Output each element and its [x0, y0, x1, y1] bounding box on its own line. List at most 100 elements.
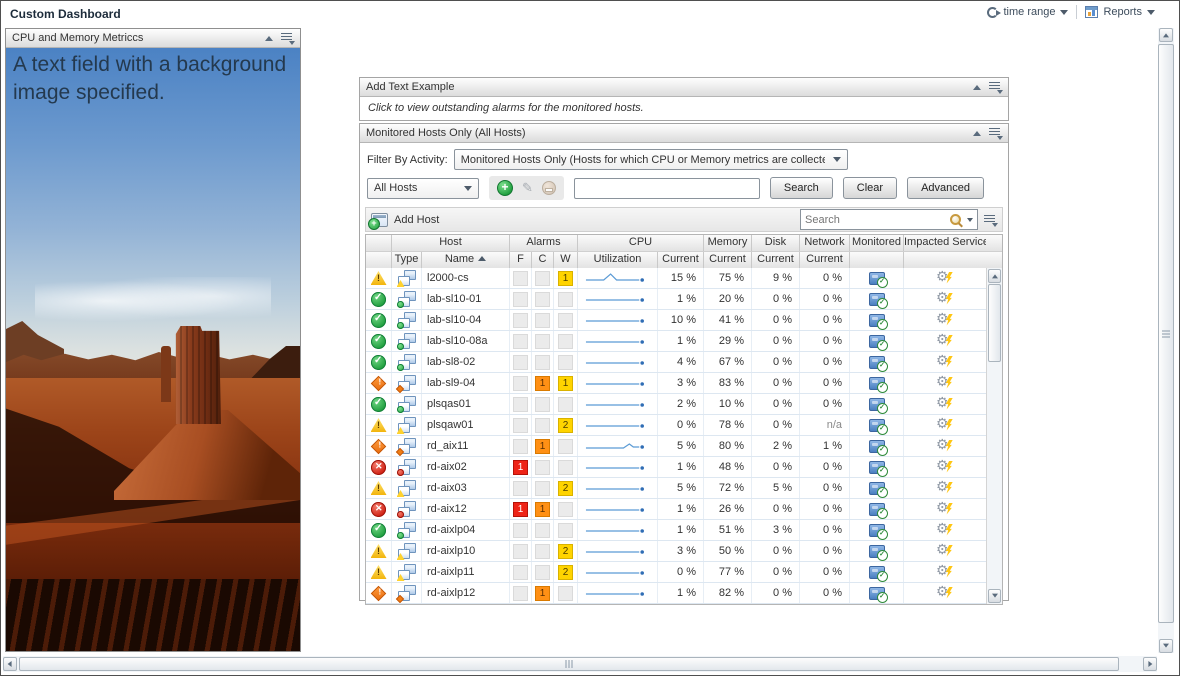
column-header-cpu-current[interactable]: Current [658, 252, 704, 268]
cpu-utilization-sparkline[interactable] [578, 331, 658, 351]
panel-menu-icon[interactable] [989, 81, 1002, 93]
delete-icon[interactable] [542, 181, 556, 195]
table-row[interactable]: rd-aixlp041 %51 %3 %0 % [366, 520, 986, 541]
host-name[interactable]: rd-aixlp04 [422, 520, 510, 540]
table-row[interactable]: lab-sl10-011 %20 %0 %0 % [366, 289, 986, 310]
warning-alarm-cell[interactable]: 2 [554, 415, 578, 435]
column-header-network-current[interactable]: Current [800, 252, 850, 268]
column-header-host[interactable]: Host [392, 235, 510, 251]
host-name[interactable]: rd-aix02 [422, 457, 510, 477]
cpu-utilization-sparkline[interactable] [578, 499, 658, 519]
impacted-services-cell[interactable] [904, 541, 986, 561]
scope-select[interactable]: All Hosts [367, 178, 479, 199]
reports-menu[interactable]: Reports [1085, 6, 1155, 18]
clear-button[interactable]: Clear [843, 177, 897, 199]
warning-alarm-cell[interactable]: 2 [554, 478, 578, 498]
impacted-services-cell[interactable] [904, 499, 986, 519]
host-name[interactable]: l2000-cs [422, 268, 510, 288]
monitored-cell[interactable] [850, 562, 904, 582]
impacted-services-cell[interactable] [904, 478, 986, 498]
table-row[interactable]: rd-aixlp1120 %77 %0 %0 % [366, 562, 986, 583]
scroll-right-button[interactable] [1143, 657, 1157, 671]
chevron-down-icon[interactable] [967, 218, 973, 222]
column-header-alarms[interactable]: Alarms [510, 235, 578, 251]
monitored-cell[interactable] [850, 415, 904, 435]
host-name[interactable]: lab-sl10-08a [422, 331, 510, 351]
monitored-cell[interactable] [850, 310, 904, 330]
add-host-button[interactable]: Add Host [394, 214, 794, 226]
impacted-services-cell[interactable] [904, 373, 986, 393]
edit-icon[interactable] [522, 180, 533, 196]
monitored-cell[interactable] [850, 373, 904, 393]
cpu-utilization-sparkline[interactable] [578, 373, 658, 393]
impacted-services-cell[interactable] [904, 394, 986, 414]
collapse-icon[interactable] [973, 131, 981, 136]
impacted-services-cell[interactable] [904, 415, 986, 435]
table-row[interactable]: lab-sl9-04113 %83 %0 %0 % [366, 373, 986, 394]
add-icon[interactable]: + [497, 180, 513, 196]
scroll-up-button[interactable] [988, 269, 1001, 283]
impacted-services-cell[interactable] [904, 352, 986, 372]
host-name[interactable]: rd-aixlp11 [422, 562, 510, 582]
monitored-cell[interactable] [850, 268, 904, 288]
table-row[interactable]: plsqaw0120 %78 %0 %n/a [366, 415, 986, 436]
column-header-name[interactable]: Name [422, 252, 510, 268]
horizontal-scrollbar[interactable] [3, 656, 1157, 672]
monitored-cell[interactable] [850, 331, 904, 351]
cpu-utilization-sparkline[interactable] [578, 415, 658, 435]
table-row[interactable]: rd-aix0325 %72 %5 %0 % [366, 478, 986, 499]
column-header-network[interactable]: Network [800, 235, 850, 251]
fatal-alarm-cell[interactable]: 1 [510, 499, 532, 519]
advanced-button[interactable]: Advanced [907, 177, 984, 199]
critical-alarm-cell[interactable]: 1 [532, 373, 554, 393]
host-name[interactable]: lab-sl8-02 [422, 352, 510, 372]
warning-alarm-cell[interactable]: 1 [554, 373, 578, 393]
warning-alarm-cell[interactable]: 2 [554, 562, 578, 582]
monitored-cell[interactable] [850, 436, 904, 456]
fatal-alarm-cell[interactable]: 1 [510, 457, 532, 477]
column-header-monitored[interactable]: Monitored [850, 235, 904, 251]
scroll-up-button[interactable] [1159, 28, 1173, 42]
activity-filter-select[interactable]: Monitored Hosts Only (Hosts for which CP… [454, 149, 848, 170]
host-name[interactable]: lab-sl10-01 [422, 289, 510, 309]
scrollbar-thumb[interactable] [1158, 44, 1174, 623]
column-header-memory-current[interactable]: Current [704, 252, 752, 268]
table-row[interactable]: lab-sl10-0410 %41 %0 %0 % [366, 310, 986, 331]
table-row[interactable]: rd-aixlp1211 %82 %0 %0 % [366, 583, 986, 604]
cpu-utilization-sparkline[interactable] [578, 289, 658, 309]
column-header-cpu[interactable]: CPU [578, 235, 704, 251]
host-name[interactable]: rd-aixlp12 [422, 583, 510, 603]
critical-alarm-cell[interactable]: 1 [532, 499, 554, 519]
table-row[interactable]: lab-sl10-08a1 %29 %0 %0 % [366, 331, 986, 352]
monitored-cell[interactable] [850, 394, 904, 414]
cpu-utilization-sparkline[interactable] [578, 268, 658, 288]
alarm-link-text[interactable]: Click to view outstanding alarms for the… [360, 97, 1008, 119]
monitored-cell[interactable] [850, 478, 904, 498]
cpu-utilization-sparkline[interactable] [578, 562, 658, 582]
collapse-icon[interactable] [265, 36, 273, 41]
scrollbar-thumb[interactable] [19, 657, 1119, 671]
column-header-fatal[interactable]: F [510, 252, 532, 268]
time-range-menu[interactable]: time range [987, 6, 1068, 18]
host-name[interactable]: plsqas01 [422, 394, 510, 414]
critical-alarm-cell[interactable]: 1 [532, 436, 554, 456]
column-header-disk-current[interactable]: Current [752, 252, 800, 268]
host-name[interactable]: rd-aixlp10 [422, 541, 510, 561]
scroll-down-button[interactable] [988, 589, 1001, 603]
column-header-utilization[interactable]: Utilization [578, 252, 658, 268]
host-name[interactable]: rd-aix12 [422, 499, 510, 519]
table-row[interactable]: lab-sl8-024 %67 %0 %0 % [366, 352, 986, 373]
host-name[interactable]: rd_aix11 [422, 436, 510, 456]
host-name[interactable]: plsqaw01 [422, 415, 510, 435]
impacted-services-cell[interactable] [904, 289, 986, 309]
critical-alarm-cell[interactable]: 1 [532, 583, 554, 603]
column-header-impacted-services[interactable]: Impacted Services [904, 235, 986, 251]
impacted-services-cell[interactable] [904, 520, 986, 540]
host-name[interactable]: lab-sl9-04 [422, 373, 510, 393]
cpu-utilization-sparkline[interactable] [578, 541, 658, 561]
scroll-down-button[interactable] [1159, 639, 1173, 653]
cpu-utilization-sparkline[interactable] [578, 352, 658, 372]
column-header-critical[interactable]: C [532, 252, 554, 268]
impacted-services-cell[interactable] [904, 331, 986, 351]
monitored-cell[interactable] [850, 583, 904, 603]
